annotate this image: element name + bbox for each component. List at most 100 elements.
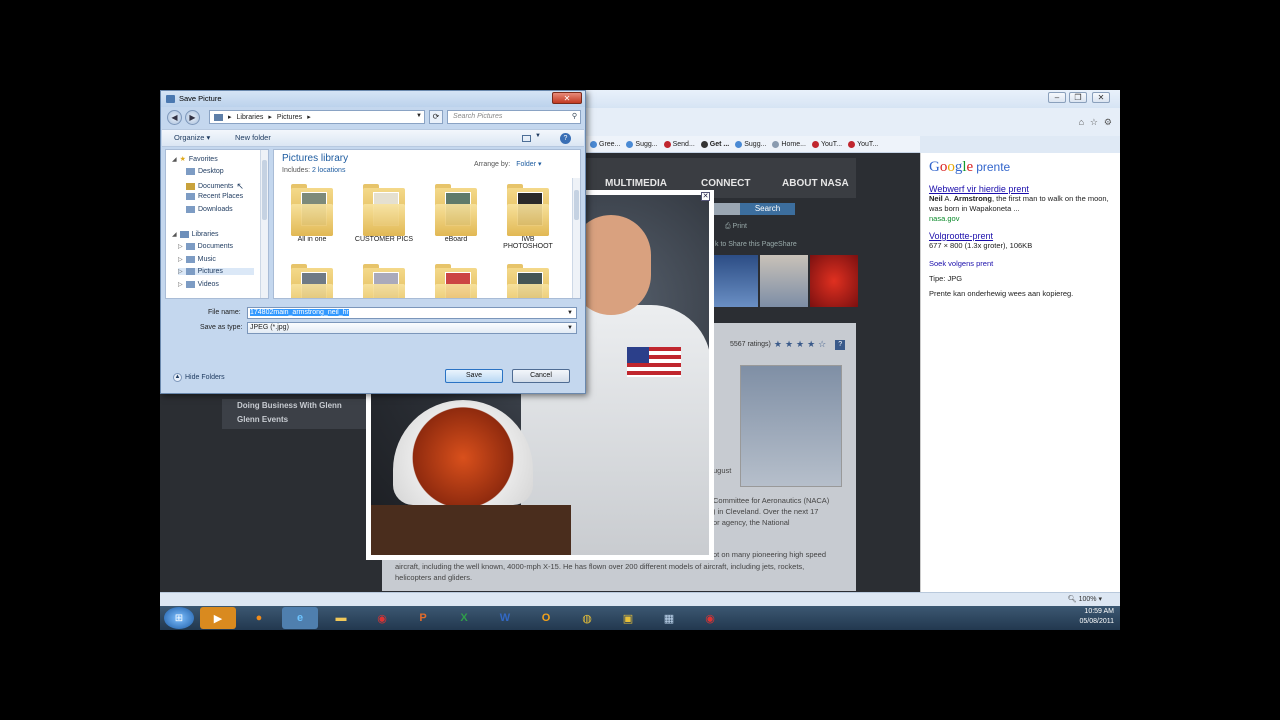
powerpoint-icon[interactable]: P	[405, 607, 441, 629]
favorite-link[interactable]: Gree...	[590, 140, 620, 148]
favorite-link[interactable]: Send...	[663, 140, 695, 148]
folder-item[interactable]	[426, 262, 486, 298]
calculator-icon[interactable]: ▦	[651, 607, 687, 629]
app-icon[interactable]: ◉	[364, 607, 400, 629]
view-icon[interactable]	[522, 135, 531, 142]
word-icon[interactable]: W	[487, 607, 523, 629]
nav-documents[interactable]: Documents ↖	[186, 181, 262, 192]
favorites-star-icon[interactable]: ☆	[1090, 117, 1098, 128]
nav-scrollbar[interactable]	[260, 150, 268, 298]
folder-item[interactable]: All in one	[282, 182, 342, 243]
favorite-link[interactable]: Get ...	[700, 140, 729, 148]
nav-desktop[interactable]: Desktop	[186, 168, 262, 175]
files-scrollbar[interactable]	[572, 178, 580, 298]
explorer-folder-icon[interactable]: ▬	[323, 607, 359, 629]
folder-item[interactable]: CUSTOMER PICS	[354, 182, 414, 243]
folder-item[interactable]	[498, 262, 558, 298]
side-link-business[interactable]: Doing Business With Glenn	[222, 399, 367, 413]
outlook-icon[interactable]: O	[528, 607, 564, 629]
favorite-link[interactable]: YouT...	[848, 140, 878, 148]
favorite-link[interactable]: Home...	[772, 140, 806, 148]
hide-folders-toggle[interactable]: ▲ Hide Folders	[173, 373, 225, 382]
favorite-link[interactable]: Sugg...	[735, 140, 766, 148]
website-link[interactable]: Webwerf vir hierdie prent	[929, 184, 1112, 194]
cancel-button[interactable]: Cancel	[512, 369, 570, 383]
nav-favorites[interactable]: ◢ ★ Favorites	[172, 155, 218, 164]
star-icon[interactable]: ★	[807, 339, 815, 350]
share-link[interactable]: k to Share this PageShare	[715, 241, 797, 248]
firefox-icon[interactable]: ●	[241, 607, 277, 629]
close-button[interactable]: ✕	[1092, 92, 1110, 103]
search-input[interactable]: Search Pictures ⚲	[447, 110, 581, 124]
start-button[interactable]: ⊞	[164, 607, 194, 629]
nav-libraries[interactable]: ◢ Libraries	[172, 231, 218, 238]
save-button[interactable]: Save	[445, 369, 503, 383]
app-icon[interactable]: ▣	[610, 607, 646, 629]
nav-recent-places[interactable]: Recent Places	[186, 193, 262, 200]
thumbnail[interactable]	[810, 255, 858, 307]
new-folder-button[interactable]: New folder	[235, 133, 271, 142]
locations-link[interactable]: 2 locations	[312, 167, 345, 174]
nav-lib-videos[interactable]: ▷ Videos	[178, 281, 254, 288]
forward-arrow-icon[interactable]: ▶	[185, 110, 200, 125]
back-arrow-icon[interactable]: ◀	[167, 110, 182, 125]
home-icon[interactable]: ⌂	[1079, 117, 1084, 127]
organize-button[interactable]: Organize ▾	[174, 133, 210, 142]
full-size-link[interactable]: Volgrootte-prent	[929, 231, 1112, 241]
refresh-icon[interactable]: ⟳	[429, 110, 443, 124]
library-title: Pictures library	[282, 153, 349, 164]
breadcrumb-libraries[interactable]: Libraries	[237, 114, 264, 121]
search-by-image-link[interactable]: Soek volgens prent	[929, 259, 1112, 268]
nav-lib-documents[interactable]: ▷ Documents	[178, 243, 254, 250]
zoom-level[interactable]: 🔍︎ 100% ▾	[1068, 595, 1102, 603]
chevron-down-icon[interactable]: ▼	[567, 323, 573, 333]
favorite-link[interactable]: YouT...	[811, 140, 842, 148]
clock-date[interactable]: 05/08/2011	[1079, 617, 1114, 627]
star-icon[interactable]: ★	[774, 339, 782, 350]
star-icon[interactable]: ★	[785, 339, 793, 350]
chrome-icon[interactable]: ◍	[569, 607, 605, 629]
excel-icon[interactable]: X	[446, 607, 482, 629]
maximize-button[interactable]: ❐	[1069, 92, 1087, 103]
print-link[interactable]: ⎙ Print	[725, 223, 747, 231]
arrange-by-dropdown[interactable]: Folder ▾	[516, 161, 541, 168]
article-text: helicopters and gliders.	[395, 573, 473, 582]
breadcrumb-pictures[interactable]: Pictures	[277, 114, 302, 121]
favorite-link[interactable]: Sugg...	[626, 140, 658, 148]
nav-about-nasa[interactable]: ABOUT NASA	[782, 178, 849, 189]
star-icon[interactable]: ☆	[818, 339, 826, 350]
minimize-button[interactable]: –	[1048, 92, 1066, 103]
app-icon[interactable]: ◉	[692, 607, 728, 629]
folder-item[interactable]: eBoard	[426, 182, 486, 243]
popup-close-icon[interactable]: ✕	[701, 192, 710, 201]
chevron-down-icon[interactable]: ▼	[416, 113, 422, 119]
internet-explorer-icon[interactable]: e	[282, 607, 318, 629]
thumbnail[interactable]	[710, 255, 758, 307]
zoom-icon: 🔍︎	[1067, 596, 1079, 603]
nav-connect[interactable]: CONNECT	[701, 178, 750, 189]
folder-item[interactable]	[282, 262, 342, 298]
file-name-field[interactable]: 174802main_armstrong_neil_hr ▼	[247, 307, 577, 319]
nasa-search-button[interactable]: Search	[740, 203, 795, 215]
dialog-close-button[interactable]: ✕	[552, 92, 582, 104]
folder-icon	[291, 262, 333, 298]
gear-icon[interactable]: ⚙	[1104, 117, 1112, 128]
save-type-select[interactable]: JPEG (*.jpg) ▼	[247, 322, 577, 334]
dialog-title: Save Picture	[179, 94, 222, 103]
star-icon[interactable]: ★	[796, 339, 804, 350]
nav-lib-music[interactable]: ▷ Music	[178, 256, 254, 263]
side-link-events[interactable]: Glenn Events	[222, 413, 367, 427]
folder-item[interactable]: IWB PHOTOSHOOT	[498, 182, 558, 250]
help-icon[interactable]: ?	[560, 133, 571, 144]
breadcrumb[interactable]: ▸ Libraries ▸ Pictures ▸ ▼	[209, 110, 425, 124]
media-player-icon[interactable]: ▶	[200, 607, 236, 629]
nav-multimedia[interactable]: MULTIMEDIA	[605, 178, 667, 189]
nav-lib-pictures[interactable]: ▷ Pictures	[178, 268, 254, 275]
folder-item[interactable]	[354, 262, 414, 298]
clock-time[interactable]: 10:59 AM	[1079, 607, 1114, 617]
chevron-down-icon[interactable]: ▼	[567, 308, 573, 318]
help-icon[interactable]: ?	[835, 339, 846, 350]
chevron-down-icon[interactable]: ▼	[535, 133, 541, 139]
thumbnail[interactable]	[760, 255, 808, 307]
nav-downloads[interactable]: Downloads	[186, 206, 262, 213]
